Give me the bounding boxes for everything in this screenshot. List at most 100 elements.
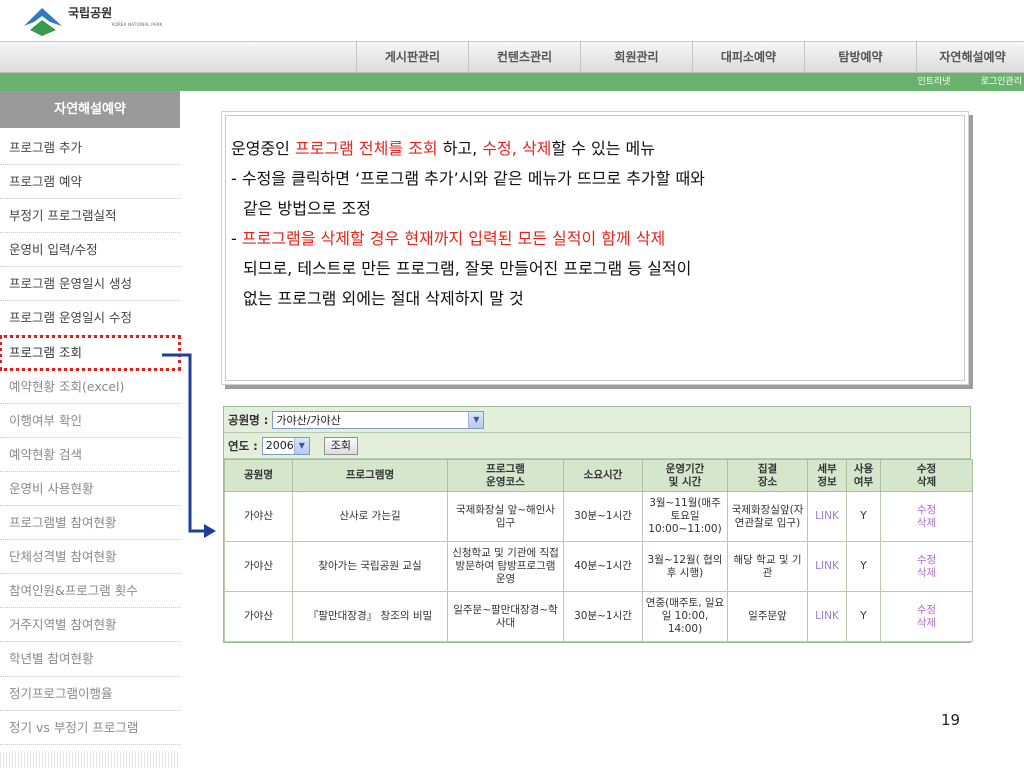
cell-period: 연중(매주토, 일요일 10:00, 14:00) [642,591,728,642]
sidebar-item-participation-by-program[interactable]: 프로그램별 참여현황 [0,506,180,541]
year-filter-row: 연도 : 2006 ▼ 조회 [224,433,970,459]
desc-text: 할 수 있는 메뉴 [551,139,655,158]
cell-course: 일주문~팔만대장경~학사대 [447,591,564,642]
sidebar-item-reservation-search[interactable]: 예약현황 검색 [0,438,180,472]
table-row: 가야산 『팔만대장경』 창조의 비밀 일주문~팔만대장경~학사대 30분~1시간… [224,591,973,642]
cell-duration: 30분~1시간 [563,491,643,542]
sidebar-item-participation-by-group[interactable]: 단체성격별 참여현황 [0,540,180,575]
detail-link[interactable]: LINK [807,541,847,592]
logo[interactable]: 국립공원 KOREA NATIONAL PARK [20,2,170,38]
menu-board-admin[interactable]: 게시판관리 [356,42,468,73]
table-row: 가야산 산사로 가는길 국제화장실 앞~해인사 입구 30분~1시간 3월~11… [224,491,973,542]
col-period: 운영기간 및 시간 [642,459,728,492]
cell-enabled: Y [846,591,881,642]
year-select-value: 2006 [265,439,294,452]
cell-duration: 30분~1시간 [563,591,643,642]
sidebar-item-schedule-edit[interactable]: 프로그램 운영일시 수정 [0,301,180,336]
sub-bar: 인트라넷 로그인관리 [0,73,1024,91]
chevron-down-icon[interactable]: ▼ [293,437,309,454]
search-button[interactable]: 조회 [323,436,359,455]
logo-mountain-icon [24,8,62,36]
cell-park: 가야산 [224,491,293,542]
sidebar-item-participation-by-region[interactable]: 거주지역별 참여현황 [0,608,180,643]
page-number: 19 [941,711,961,729]
login-admin-link[interactable]: 로그인관리 [981,73,1022,91]
sidebar-title: 자연해설예약 [0,91,180,128]
sidebar-item-program-reserve[interactable]: 프로그램 예약 [0,165,180,200]
intranet-link[interactable]: 인트라넷 [917,73,950,91]
menu-trail-reservation[interactable]: 탐방예약 [804,42,916,73]
cell-period: 3월~11월(매주 토요일 10:00~11:00) [642,491,728,542]
col-program-name: 프로그램명 [292,459,448,492]
description-line-6: 없는 프로그램 외에는 절대 삭제하지 말 것 [243,289,524,308]
cell-period: 3월~12월( 협의후 시행) [642,541,728,592]
col-edit-delete: 수정 삭제 [880,459,973,492]
park-label: 공원명 : [228,412,269,427]
detail-link[interactable]: LINK [807,591,847,642]
cell-duration: 40분~1시간 [563,541,643,592]
cell-meeting-place: 일주문앞 [727,591,808,642]
desc-highlight: 프로그램을 삭제할 경우 현재까지 입력된 모든 실적이 함께 삭제 [241,229,666,248]
logo-text: 국립공원 [68,6,113,20]
logo-subtext: KOREA NATIONAL PARK [112,22,163,27]
col-detail: 세부 정보 [807,459,847,492]
sidebar-item-program-search[interactable]: 프로그램 조회 [0,334,181,371]
sidebar-footer-pattern [0,752,180,768]
col-duration: 소요시간 [563,459,643,492]
year-select[interactable]: 2006 ▼ [261,436,310,455]
col-enabled: 사용 여부 [846,459,881,492]
col-meeting-place: 집결 장소 [727,459,808,492]
program-search-panel: 공원명 : 가야산/가야산 ▼ 연도 : 2006 ▼ 조회 공원명 프로그램명… [223,406,973,643]
menu-content-admin[interactable]: 컨텐츠관리 [468,42,580,73]
chevron-down-icon[interactable]: ▼ [468,411,484,428]
cell-park: 가야산 [224,591,293,642]
cell-program-name: 찾아가는 국립공원 교실 [292,541,448,592]
edit-delete-link[interactable]: 수정 삭제 [880,491,973,542]
edit-delete-link[interactable]: 수정 삭제 [880,541,973,592]
utility-links: 인트라넷 로그인관리 [917,73,1024,91]
sidebar-item-cost-usage[interactable]: 운영비 사용현황 [0,472,180,507]
desc-text: 하고, [437,139,483,158]
sidebar-item-participation-by-grade[interactable]: 학년별 참여현황 [0,642,180,677]
cell-course: 국제화장실 앞~해인사 입구 [447,491,564,542]
detail-link[interactable]: LINK [807,491,847,542]
cell-program-name: 『팔만대장경』 창조의 비밀 [292,591,448,642]
cell-meeting-place: 국제화장실앞(자연관찰로 입구) [727,491,808,542]
menu-member-admin[interactable]: 회원관리 [580,42,692,73]
park-select[interactable]: 가야산/가야산 ▼ [272,410,485,429]
park-filter-row: 공원명 : 가야산/가야산 ▼ [224,407,970,433]
sidebar-menu: 프로그램 추가 프로그램 예약 부정기 프로그램실적 운영비 입력/수정 프로그… [0,131,181,745]
description-text: 운영중인 프로그램 전체를 조회 하고, 수정, 삭제할 수 있는 메뉴 - 수… [231,134,705,314]
connector-arrow-icon [162,353,216,538]
park-select-value: 가야산/가야산 [276,413,341,427]
sidebar-item-participants-count[interactable]: 참여인원&프로그램 횟수 [0,574,180,609]
description-line-5: 되므로, 테스트로 만든 프로그램, 잘못 만들어진 프로그램 등 실적이 [243,259,692,278]
col-course: 프로그램 운영코스 [447,459,564,492]
cell-meeting-place: 해당 학교 및 기관 [727,541,808,592]
sidebar-item-fulfillment-check[interactable]: 이행여부 확인 [0,404,180,438]
program-table: 공원명 프로그램명 프로그램 운영코스 소요시간 운영기간 및 시간 집결 장소… [224,459,973,642]
cell-enabled: Y [846,541,881,592]
sidebar-item-reservation-excel[interactable]: 예약현황 조회(excel) [0,370,180,404]
description-line-1: 운영중인 프로그램 전체를 조회 하고, 수정, 삭제할 수 있는 메뉴 [231,134,705,164]
desc-highlight: 프로그램 전체를 조회 [294,139,438,158]
desc-highlight: 수정, 삭제 [482,139,552,158]
cell-program-name: 산사로 가는길 [292,491,448,542]
description-box: 운영중인 프로그램 전체를 조회 하고, 수정, 삭제할 수 있는 메뉴 - 수… [221,111,969,385]
menu-nature-interpretation[interactable]: 자연해설예약 [916,42,1024,73]
edit-delete-link[interactable]: 수정 삭제 [880,591,973,642]
sidebar-item-cost-input[interactable]: 운영비 입력/수정 [0,233,180,268]
sidebar-item-regular-vs-irregular[interactable]: 정기 vs 부정기 프로그램 [0,711,180,745]
sidebar-item-program-add[interactable]: 프로그램 추가 [0,131,180,166]
sidebar-item-regular-rate[interactable]: 정기프로그램이행율 [0,677,180,711]
description-line-4: - 프로그램을 삭제할 경우 현재까지 입력된 모든 실적이 함께 삭제 [231,224,705,254]
sidebar-item-irregular-results[interactable]: 부정기 프로그램실적 [0,199,180,234]
year-label: 연도 : [228,438,258,453]
top-menu: 게시판관리 컨텐츠관리 회원관리 대피소예약 탐방예약 자연해설예약 [356,42,1024,73]
cell-enabled: Y [846,491,881,542]
menu-shelter-reservation[interactable]: 대피소예약 [692,42,804,73]
desc-text: - [231,229,242,248]
table-header-row: 공원명 프로그램명 프로그램 운영코스 소요시간 운영기간 및 시간 집결 장소… [224,459,973,492]
cell-course: 신청학교 및 기관에 직접 방문하여 탐방프로그램 운영 [447,541,564,592]
sidebar-item-schedule-create[interactable]: 프로그램 운영일시 생성 [0,267,180,302]
